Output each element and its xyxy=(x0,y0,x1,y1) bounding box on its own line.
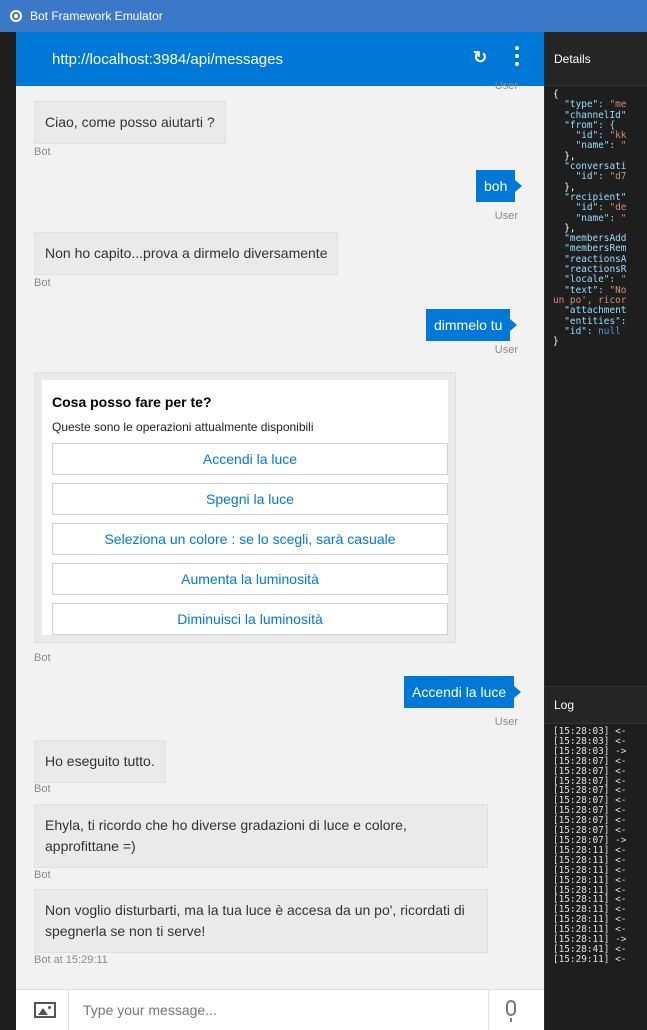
card-subtitle: Queste sono le operazioni attualmente di… xyxy=(52,420,314,434)
sender-label: Bot xyxy=(34,146,51,158)
endpoint-url: http://localhost:3984/api/messages xyxy=(52,50,283,68)
sender-label: Bot xyxy=(34,783,51,795)
log-entry[interactable]: [15:29:11] <- xyxy=(553,954,626,965)
hero-card: Cosa posso fare per te? Queste sono le o… xyxy=(34,372,456,643)
sender-label: User xyxy=(494,210,518,222)
bot-message: Non voglio disturbarti, ma la tua luce è… xyxy=(34,889,488,953)
card-title: Cosa posso fare per te? xyxy=(52,394,212,410)
sender-timestamp-label: Bot at 15:29:11 xyxy=(34,954,108,966)
bot-message: Non ho capito...prova a dirmelo diversam… xyxy=(34,232,339,275)
divider xyxy=(488,990,489,1030)
refresh-icon[interactable]: ↻ xyxy=(473,48,487,68)
json-value: null xyxy=(598,325,621,337)
json-value: " xyxy=(620,140,627,152)
sender-label: Bot xyxy=(34,277,51,289)
upload-image-icon[interactable] xyxy=(34,1002,56,1018)
chat-panel: http://localhost:3984/api/messages ↻ Use… xyxy=(16,32,544,1030)
bot-message: Ho eseguito tutto. xyxy=(34,740,166,783)
json-value: "d7 xyxy=(609,171,627,183)
log-list[interactable]: [15:28:03] <- [15:28:03] <- [15:28:03] ->[… xyxy=(553,727,626,965)
activity-json-view[interactable]: { "type": "me "channelId" "from": { "id"… xyxy=(545,86,647,347)
bot-message: Ehyla, ti ricordo che ho diverse gradazi… xyxy=(34,804,488,868)
json-key: "id": xyxy=(553,325,599,337)
sender-label: User xyxy=(494,716,518,728)
bot-message: Ciao, come posso aiutarti ? xyxy=(34,101,226,144)
window-title: Bot Framework Emulator xyxy=(30,9,163,23)
user-message: Accendi la luce xyxy=(404,676,522,708)
message-input[interactable] xyxy=(83,1002,473,1018)
card-button-accendi[interactable]: Accendi la luce xyxy=(52,443,448,475)
hero-card-body: Cosa posso fare per te? Queste sono le o… xyxy=(42,380,448,635)
divider xyxy=(68,989,69,1030)
json-key: } xyxy=(553,336,559,348)
json-value: " xyxy=(620,212,627,224)
user-message: dimmelo tu xyxy=(426,309,518,341)
details-title: Details xyxy=(545,32,647,86)
user-message: boh xyxy=(476,170,523,202)
sender-label: Bot xyxy=(34,869,51,881)
message-composer xyxy=(16,989,544,1030)
chat-header: http://localhost:3984/api/messages ↻ xyxy=(16,32,544,86)
more-options-icon[interactable] xyxy=(514,46,520,66)
details-panel: Details { "type": "me "channelId" "from"… xyxy=(544,32,647,1030)
card-button-diminuisci[interactable]: Diminuisci la luminosità xyxy=(52,603,448,635)
json-line: "id": null xyxy=(553,325,647,337)
sender-label: User xyxy=(494,344,518,356)
log-title: Log xyxy=(545,686,647,724)
log-entry[interactable]: [15:28:11] <- xyxy=(553,875,626,886)
card-button-spegni[interactable]: Spegni la luce xyxy=(52,483,448,515)
bot-framework-logo-icon xyxy=(10,10,22,22)
window-titlebar: Bot Framework Emulator xyxy=(0,0,647,32)
microphone-icon[interactable] xyxy=(506,1000,516,1022)
json-line: } xyxy=(553,336,647,348)
sender-label: User xyxy=(494,80,518,92)
card-button-colore[interactable]: Seleziona un colore : se lo scegli, sarà… xyxy=(52,523,448,555)
sender-label: Bot xyxy=(34,652,51,664)
message-list[interactable]: User Ciao, come posso aiutarti ? Bot boh… xyxy=(16,80,544,982)
card-button-aumenta[interactable]: Aumenta la luminosità xyxy=(52,563,448,595)
